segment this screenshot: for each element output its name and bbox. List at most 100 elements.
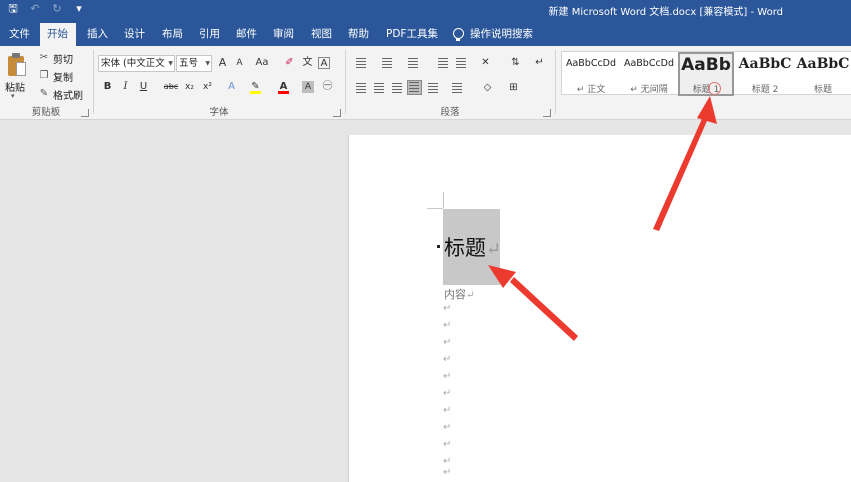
format-painter-button[interactable]: ✎ 格式刷 [38, 86, 83, 102]
format-painter-label: 格式刷 [53, 90, 83, 102]
align-right-icon[interactable] [390, 81, 404, 95]
tab-pdf-tools[interactable]: PDF工具集 [379, 23, 445, 46]
font-color-button[interactable]: A [276, 79, 291, 95]
enclose-char-icon[interactable]: ㊀ [320, 79, 335, 95]
ribbon: 粘贴 ▾ ✂ 剪切 ❐ 复制 ✎ 格式刷 剪贴板 宋体 (中文正文 ▼ 五号 ▼… [0, 46, 851, 120]
grow-font-button[interactable]: A [215, 55, 230, 71]
title-bar: 🖫 ↶ ↻ ▾ 新建 Microsoft Word 文档.docx [兼容模式]… [0, 0, 851, 20]
justify-button[interactable] [407, 80, 422, 95]
tab-references[interactable]: 引用 [192, 23, 227, 46]
paste-dropdown-icon[interactable]: ▾ [11, 92, 15, 100]
bullets-icon[interactable] [354, 56, 368, 70]
content-label: 内容 [444, 288, 466, 301]
paragraph-mark: ↵ [443, 422, 452, 433]
multilevel-list-icon[interactable] [406, 56, 420, 70]
paragraph-group: ✕ ⇅ ↵ ◇ ⊞ 段落 [346, 46, 554, 120]
lightbulb-icon [452, 27, 464, 42]
tab-layout[interactable]: 布局 [155, 23, 190, 46]
group-divider [555, 50, 556, 114]
customize-qat-icon[interactable]: ▾ [72, 2, 86, 16]
tab-home[interactable]: 开始 [40, 23, 76, 46]
styles-gallery: AaBbCcDd ↵ 正文 AaBbCcDd ↵ 无间隔 AaBb 标题 1 A… [561, 51, 851, 96]
redo-icon[interactable]: ↻ [50, 2, 64, 16]
tab-review[interactable]: 审阅 [266, 23, 301, 46]
undo-icon[interactable]: ↶ [28, 2, 42, 16]
tab-view[interactable]: 视图 [304, 23, 339, 46]
shrink-font-button[interactable]: A [232, 55, 247, 71]
tab-file[interactable]: 文件 [2, 23, 37, 46]
copy-icon: ❐ [39, 70, 49, 81]
chevron-down-icon: ▼ [168, 60, 173, 67]
distributed-icon[interactable] [426, 81, 440, 95]
sort-icon[interactable]: ⇅ [508, 55, 523, 71]
style-name: 标题 2 [751, 85, 779, 95]
paragraph-mark: ↵ [443, 354, 452, 365]
underline-button[interactable]: U [136, 79, 151, 95]
paintbrush-icon: ✎ [39, 88, 49, 99]
subscript-button[interactable]: x₂ [182, 79, 197, 95]
change-case-button[interactable]: Aa [252, 55, 272, 71]
strikethrough-button[interactable]: abc [162, 79, 180, 95]
highlight-icon[interactable]: ✎ [248, 79, 263, 95]
font-group: 宋体 (中文正文 ▼ 五号 ▼ A A Aa ✐ 文 A B I U abc x… [94, 46, 344, 120]
paragraph-mark: ↵ [443, 371, 452, 382]
save-icon[interactable]: 🖫 [6, 2, 20, 16]
decrease-indent-icon[interactable] [436, 56, 450, 70]
phonetic-guide-icon[interactable]: 文 [300, 55, 315, 71]
style-name: ↵ 正文 [576, 85, 606, 95]
paste-icon[interactable] [8, 53, 26, 77]
document-page[interactable] [349, 135, 851, 482]
font-size-combo[interactable]: 五号 ▼ [176, 55, 212, 72]
paragraph-mark: ↵ [443, 439, 452, 450]
chinese-layout-icon[interactable]: ✕ [478, 55, 493, 71]
style-heading-1[interactable]: AaBb 标题 1 [678, 52, 734, 96]
numbering-icon[interactable] [380, 56, 394, 70]
font-name-combo[interactable]: 宋体 (中文正文 ▼ [98, 55, 175, 72]
margin-corner-mark [427, 208, 443, 209]
superscript-button[interactable]: x² [200, 79, 215, 95]
tab-mailings[interactable]: 邮件 [229, 23, 264, 46]
borders-icon[interactable]: ⊞ [506, 80, 521, 96]
tell-me-search[interactable]: 操作说明搜索 [452, 23, 533, 46]
text-effects-icon[interactable]: A [224, 79, 239, 95]
content-text[interactable]: 内容↵ [444, 286, 474, 302]
paragraph-mark: ↵ [443, 388, 452, 399]
bold-button[interactable]: B [100, 79, 115, 95]
paragraph-launcher-icon[interactable] [543, 109, 551, 117]
paragraph-mark: ↵ [486, 239, 502, 260]
font-launcher-icon[interactable] [333, 109, 341, 117]
heading-text[interactable]: 标题↵ [444, 232, 501, 262]
style-no-spacing[interactable]: AaBbCcDd ↵ 无间隔 [620, 52, 678, 96]
paragraph-mark: ↵ [443, 405, 452, 416]
heading-label: 标题 [444, 236, 486, 260]
clipboard-group-label: 剪贴板 [31, 107, 61, 118]
style-title[interactable]: AaBbC 标题 [794, 52, 851, 96]
line-spacing-icon[interactable] [450, 81, 464, 95]
ribbon-tabs: 文件 开始 插入 设计 布局 引用 邮件 审阅 视图 帮助 PDF工具集 操作说… [0, 20, 851, 46]
highlight-color-swatch [250, 91, 261, 94]
cut-button[interactable]: ✂ 剪切 [38, 50, 73, 66]
style-name: 标题 1 [692, 85, 720, 95]
paste-button[interactable]: 粘贴 [5, 79, 25, 94]
style-heading-2[interactable]: AaBbC 标题 2 [736, 52, 794, 96]
character-shading-button[interactable]: A [302, 81, 314, 93]
align-left-icon[interactable] [354, 81, 368, 95]
clipboard-launcher-icon[interactable] [81, 109, 89, 117]
paragraph-mark: ↵ [443, 337, 452, 348]
align-center-icon[interactable] [372, 81, 386, 95]
shading-icon[interactable]: ◇ [480, 80, 495, 96]
cut-label: 剪切 [53, 54, 73, 66]
show-marks-icon[interactable]: ↵ [532, 55, 547, 71]
clear-formatting-icon[interactable]: ✐ [282, 55, 297, 71]
tab-design[interactable]: 设计 [117, 23, 152, 46]
font-color-swatch [278, 91, 289, 94]
copy-button[interactable]: ❐ 复制 [38, 68, 73, 84]
increase-indent-icon[interactable] [454, 56, 468, 70]
style-normal[interactable]: AaBbCcDd ↵ 正文 [562, 52, 620, 96]
enclose-characters-icon[interactable]: A [318, 57, 330, 69]
font-size-value: 五号 [179, 58, 199, 69]
italic-button[interactable]: I [118, 79, 133, 95]
window-title: 新建 Microsoft Word 文档.docx [兼容模式] - Word [548, 7, 783, 18]
tab-help[interactable]: 帮助 [341, 23, 376, 46]
tab-insert[interactable]: 插入 [80, 23, 115, 46]
